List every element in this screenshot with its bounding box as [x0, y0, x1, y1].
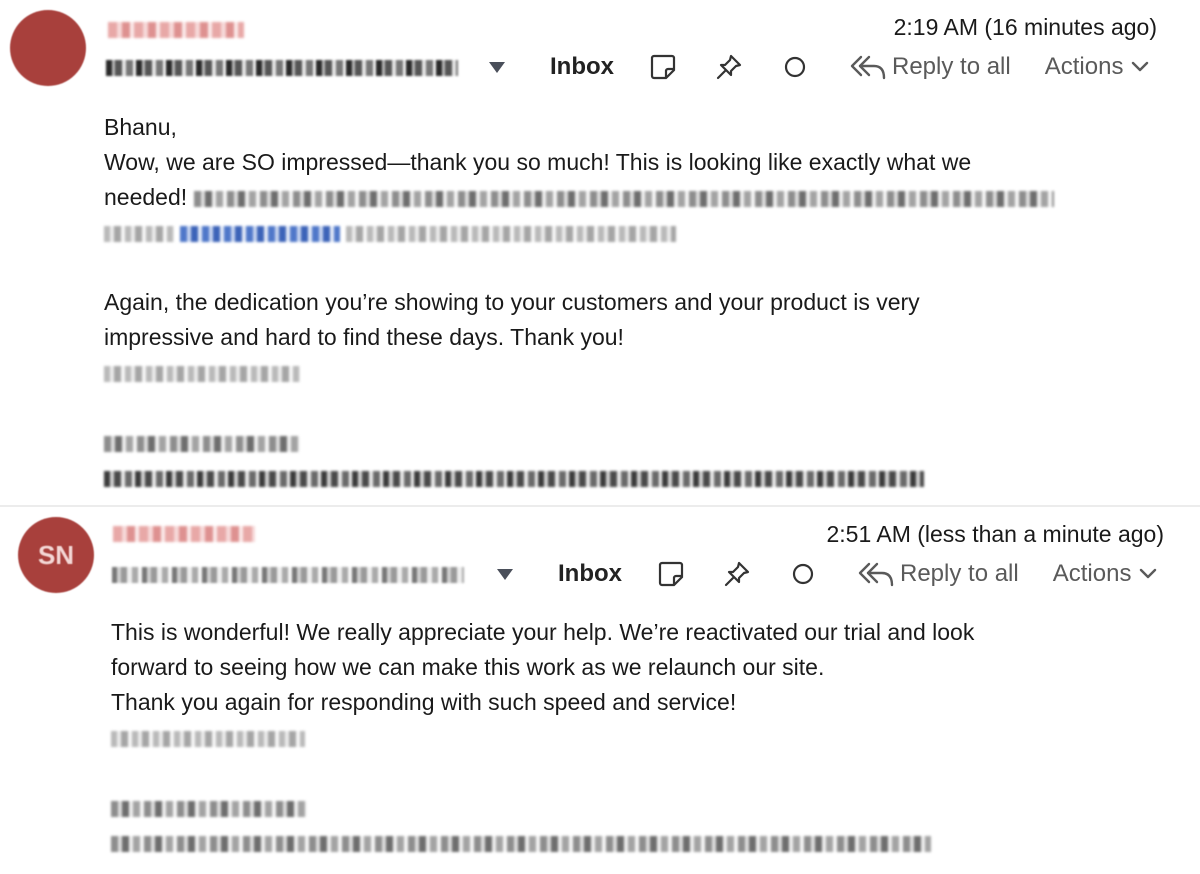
message-body: Bhanu, Wow, we are SO impressed—thank yo…: [104, 110, 1164, 495]
email-message-1: 2:19 AM (16 minutes ago) Inbox Reply to …: [0, 0, 1200, 505]
redacted-text: [346, 225, 676, 242]
body-line: Wow, we are SO impressed—thank you so mu…: [104, 149, 972, 175]
reply-all-button[interactable]: Reply to all: [850, 53, 1011, 81]
redacted-text: [104, 365, 300, 382]
signature-line: [104, 460, 1164, 495]
reply-all-button[interactable]: Reply to all: [858, 560, 1019, 588]
body-line: [104, 355, 1164, 390]
redacted-text: [111, 835, 931, 852]
sticky-note-icon: [650, 54, 676, 80]
circle-icon: [784, 56, 806, 78]
actions-menu-button[interactable]: Actions: [1053, 560, 1158, 588]
mark-read-button[interactable]: [786, 557, 820, 591]
recipients-redacted[interactable]: [106, 60, 458, 76]
pin-button[interactable]: [712, 50, 746, 84]
message-timestamp: 2:19 AM (16 minutes ago): [893, 14, 1157, 40]
email-message-2: SN 2:51 AM (less than a minute ago) Inbo…: [0, 507, 1200, 874]
circle-icon: [792, 563, 814, 585]
caret-down-icon: [497, 569, 513, 580]
chevron-down-icon: [1140, 568, 1157, 579]
signature-line: [111, 790, 1171, 825]
redacted-text: [193, 190, 1054, 207]
message-toolbar: Inbox Reply to all Actions: [492, 554, 1157, 594]
chevron-down-icon: [1132, 61, 1149, 72]
sender-name-redacted[interactable]: [113, 526, 255, 542]
sender-avatar[interactable]: [10, 10, 86, 86]
message-timestamp: 2:51 AM (less than a minute ago): [826, 521, 1164, 547]
signature-line: [104, 425, 1164, 460]
reply-all-label: Reply to all: [892, 53, 1011, 80]
reply-all-icon: [850, 55, 886, 80]
body-line: This is wonderful! We really appreciate …: [111, 619, 975, 645]
body-line: [104, 215, 1164, 250]
caret-down-icon: [489, 62, 505, 73]
reply-all-label: Reply to all: [900, 560, 1019, 587]
message-body: This is wonderful! We really appreciate …: [111, 615, 1171, 860]
sender-name-redacted[interactable]: [108, 22, 244, 38]
pin-icon: [716, 54, 742, 80]
redacted-text: [104, 470, 924, 487]
message-toolbar: Inbox Reply to all Actions: [484, 47, 1149, 87]
pin-button[interactable]: [720, 557, 754, 591]
folder-label[interactable]: Inbox: [558, 560, 622, 588]
greeting-line: Bhanu,: [104, 114, 177, 140]
body-line: Thank you again for responding with such…: [111, 689, 737, 715]
body-line: [111, 720, 1171, 755]
sticky-note-icon: [658, 561, 684, 587]
actions-label: Actions: [1052, 560, 1132, 587]
redacted-text: [104, 225, 174, 242]
note-button[interactable]: [654, 557, 688, 591]
actions-label: Actions: [1044, 53, 1124, 80]
actions-menu-button[interactable]: Actions: [1045, 53, 1150, 81]
redacted-link[interactable]: [180, 225, 340, 242]
redacted-text: [104, 435, 300, 452]
redacted-text: [111, 800, 307, 817]
note-button[interactable]: [646, 50, 680, 84]
body-line: Again, the dedication you’re showing to …: [104, 289, 920, 315]
body-line: forward to seeing how we can make this w…: [111, 654, 825, 680]
redacted-text: [111, 730, 305, 747]
body-line: needed!: [104, 180, 1164, 215]
sender-avatar[interactable]: SN: [18, 517, 94, 593]
signature-line: [111, 825, 1171, 860]
pin-icon: [724, 561, 750, 587]
recipients-dropdown[interactable]: [492, 559, 518, 589]
body-text-fragment: needed!: [104, 184, 188, 210]
mark-read-button[interactable]: [778, 50, 812, 84]
body-line: impressive and hard to find these days. …: [104, 324, 624, 350]
recipients-dropdown[interactable]: [484, 52, 510, 82]
reply-all-icon: [858, 562, 894, 587]
folder-label[interactable]: Inbox: [550, 53, 614, 81]
recipients-redacted[interactable]: [112, 567, 464, 583]
